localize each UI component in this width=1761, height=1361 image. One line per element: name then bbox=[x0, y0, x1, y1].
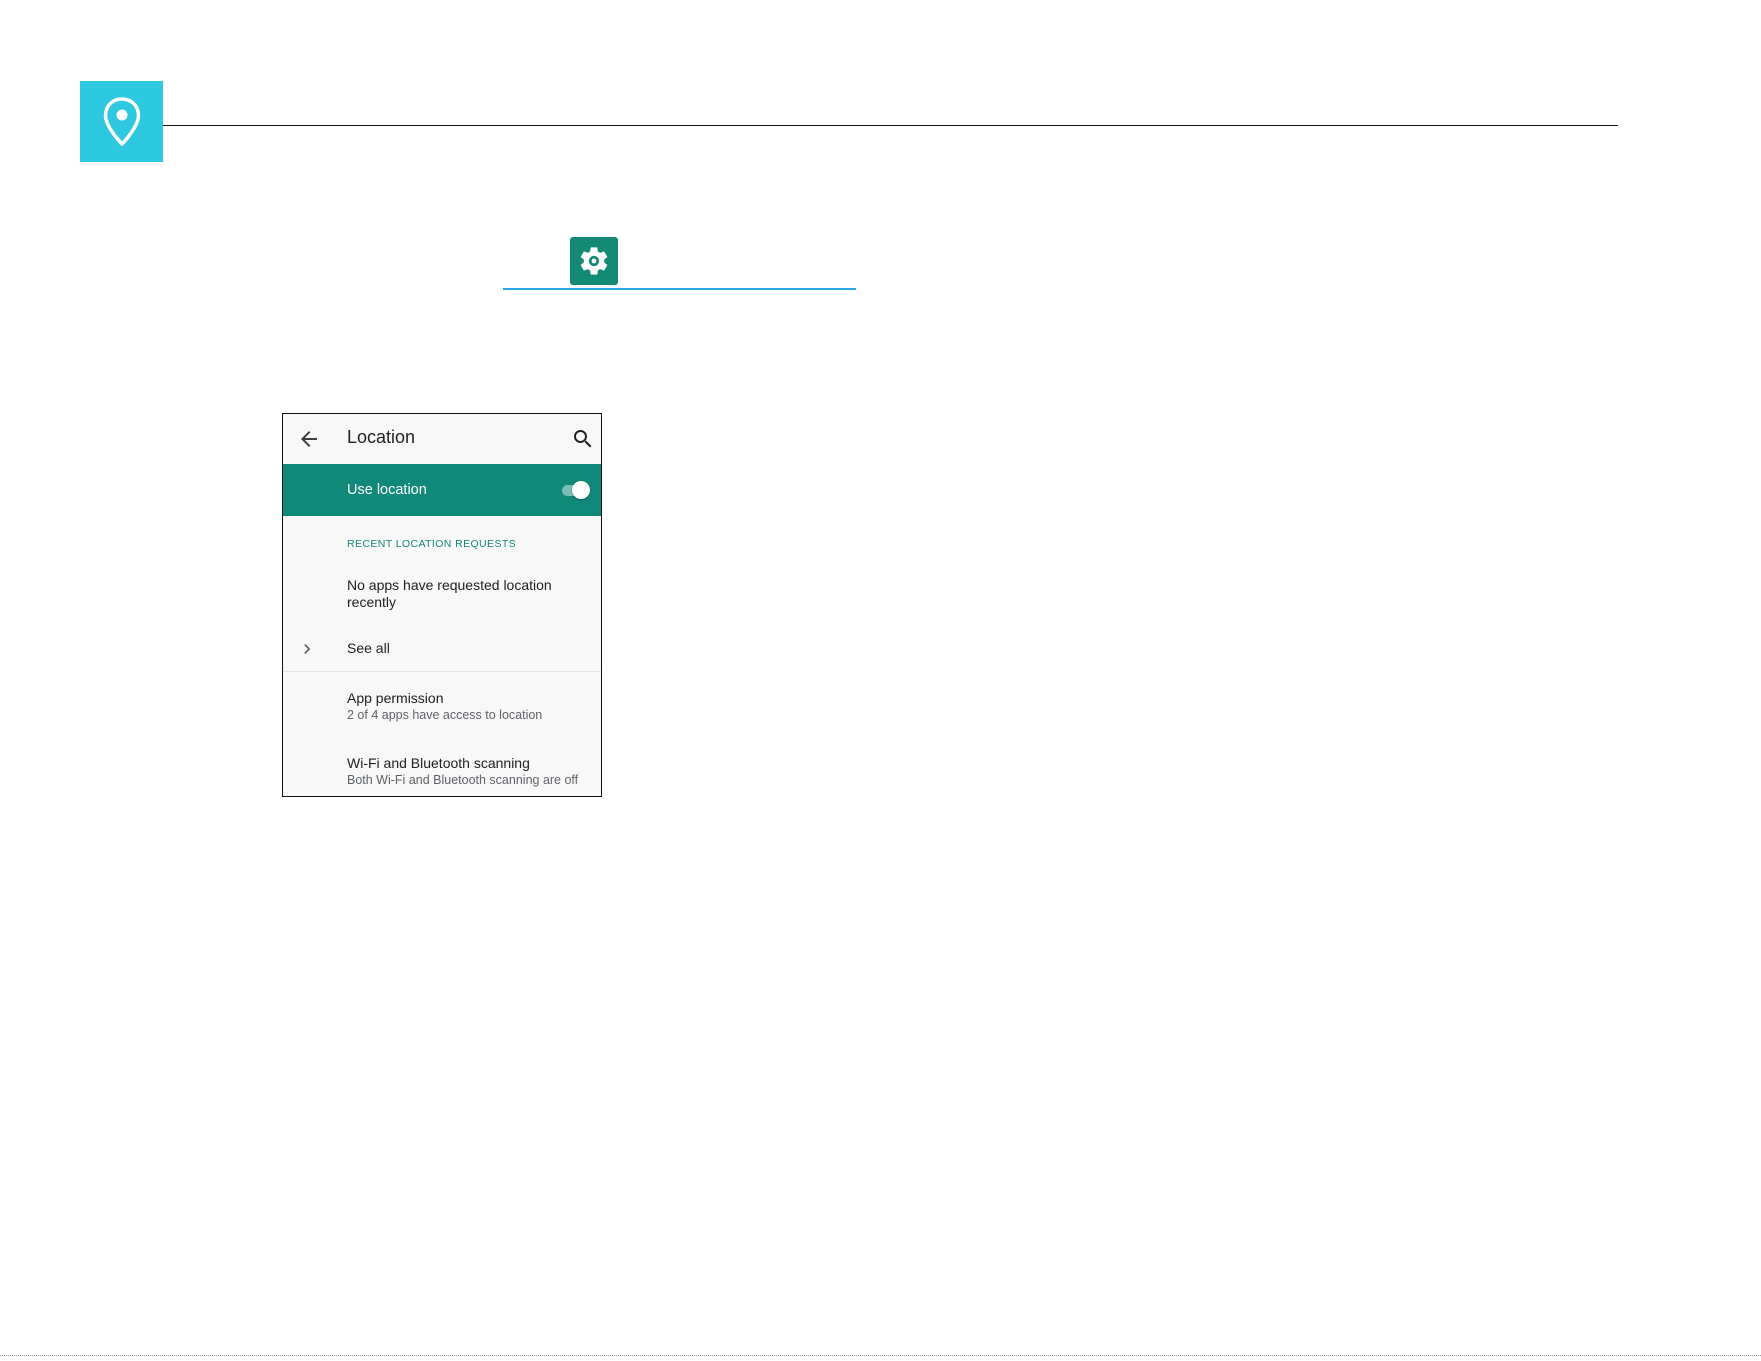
app-permission-summary: 2 of 4 apps have access to location bbox=[347, 708, 543, 722]
header-rule bbox=[163, 125, 1618, 126]
app-permission-item[interactable]: App permission 2 of 4 apps have access t… bbox=[347, 690, 542, 723]
settings-app-icon bbox=[570, 237, 618, 285]
toggle-thumb bbox=[572, 481, 590, 499]
no-recent-requests-text: No apps have requested location recently bbox=[347, 577, 552, 611]
app-permission-title: App permission bbox=[347, 690, 444, 706]
app-bar: Location bbox=[283, 414, 601, 464]
wifi-bluetooth-scanning-item[interactable]: Wi-Fi and Bluetooth scanning Both Wi-Fi … bbox=[347, 755, 578, 788]
scanning-title: Wi-Fi and Bluetooth scanning bbox=[347, 755, 530, 771]
use-location-label: Use location bbox=[347, 482, 427, 498]
gear-icon bbox=[577, 244, 611, 278]
no-recent-requests-line2: recently bbox=[347, 594, 397, 610]
page-bottom-edge bbox=[0, 1355, 1761, 1356]
see-all-label: See all bbox=[347, 640, 390, 656]
settings-underline bbox=[503, 288, 856, 290]
no-recent-requests-line1: No apps have requested location bbox=[347, 577, 552, 593]
search-icon[interactable] bbox=[571, 427, 595, 451]
scanning-summary: Both Wi-Fi and Bluetooth scanning are of… bbox=[347, 773, 579, 787]
use-location-switch-bar[interactable]: Use location bbox=[283, 464, 601, 516]
page-title: Location bbox=[347, 427, 416, 447]
chevron-right-icon bbox=[297, 639, 317, 659]
location-badge bbox=[80, 81, 163, 162]
divider bbox=[283, 671, 601, 672]
location-settings-screen: Location Use location RECENT LOCATION RE… bbox=[282, 413, 602, 797]
recent-location-requests-header: RECENT LOCATION REQUESTS bbox=[347, 538, 517, 550]
arrow-back-icon[interactable] bbox=[297, 427, 321, 451]
location-pin-icon bbox=[102, 96, 142, 148]
use-location-toggle[interactable] bbox=[560, 480, 590, 500]
see-all-item[interactable]: See all bbox=[347, 640, 390, 657]
